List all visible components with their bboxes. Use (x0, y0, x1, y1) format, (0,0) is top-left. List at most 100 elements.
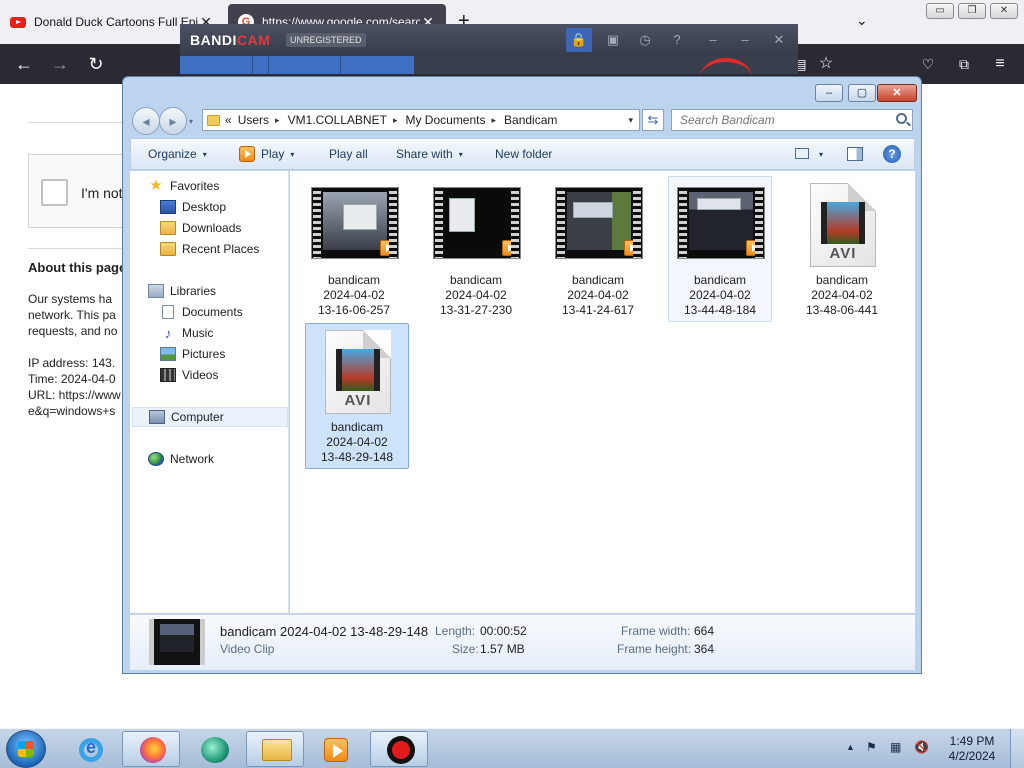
file-name: bandicam 2024-04-02 13-41-24-617 (561, 273, 635, 317)
video-thumbnail (311, 187, 399, 259)
nav-libraries[interactable]: Libraries (148, 281, 216, 301)
preview-pane-icon[interactable] (847, 147, 863, 161)
video-thumbnail (677, 187, 765, 259)
taskbar-explorer[interactable] (246, 731, 304, 767)
nav-downloads[interactable]: Downloads (160, 218, 241, 238)
taskbar-firefox[interactable] (122, 731, 180, 767)
pocket-icon[interactable]: ♡ (916, 52, 940, 76)
address-bar[interactable]: « Users ▸ VM1.COLLABNET ▸ My Documents ▸… (202, 109, 640, 131)
folder-icon[interactable]: ▣ (600, 28, 626, 52)
file-item[interactable]: bandicam 2024-04-02 13-41-24-617 (546, 176, 650, 322)
ip-address-line: IP address: 143. (28, 356, 116, 370)
timer-icon[interactable]: ◷ (632, 28, 658, 52)
forward-button[interactable]: ▸ (159, 107, 187, 135)
start-button[interactable] (6, 730, 46, 768)
explorer-maximize-button[interactable]: ▢ (848, 84, 876, 102)
address-overflow[interactable]: « (225, 113, 232, 127)
taskbar-app[interactable] (184, 731, 242, 767)
frame-height-value: 364 (694, 642, 715, 656)
computer-icon (149, 410, 165, 424)
breadcrumb-vm1[interactable]: VM1.COLLABNET (288, 113, 387, 127)
explorer-minimize-button[interactable]: – (815, 84, 843, 102)
file-item[interactable]: bandicam 2024-04-02 13-44-48-184 (668, 176, 772, 322)
show-hidden-icons[interactable]: ▲ (846, 742, 855, 752)
explorer-close-button[interactable]: ✕ (877, 84, 917, 102)
collapse-button[interactable]: – (700, 28, 726, 52)
explorer-icon (262, 739, 292, 761)
help-icon[interactable]: ? (664, 28, 690, 52)
nav-pictures[interactable]: Pictures (160, 344, 225, 364)
play-icon (239, 146, 255, 162)
file-item[interactable]: AVI bandicam 2024-04-02 13-48-06-441 (790, 176, 894, 322)
share-with-button[interactable]: Share with ▾ (396, 139, 463, 169)
breadcrumb-bandicam[interactable]: Bandicam (504, 113, 557, 127)
breadcrumb-arrow-icon[interactable]: ▸ (492, 115, 497, 126)
play-overlay-icon (502, 240, 518, 256)
new-folder-button[interactable]: New folder (495, 139, 552, 169)
address-dropdown-icon[interactable]: ▾ (628, 115, 633, 126)
bandicam-close-button[interactable]: ✕ (766, 28, 792, 52)
navigation-pane: ★ Favorites Desktop Downloads Recent Plac… (130, 171, 289, 613)
video-thumbnail (433, 187, 521, 259)
menu-icon[interactable]: ≡ (988, 52, 1012, 76)
nav-videos[interactable]: Videos (160, 365, 218, 385)
browser-close-button[interactable]: ✕ (990, 3, 1018, 19)
clock[interactable]: 1:49 PM 4/2/2024 (944, 734, 1000, 764)
star-icon: ★ (149, 177, 163, 194)
recaptcha-checkbox[interactable] (41, 179, 68, 206)
refresh-button[interactable]: ⇆ (642, 109, 664, 131)
search-icon[interactable] (896, 113, 907, 124)
file-item[interactable]: bandicam 2024-04-02 13-16-06-257 (302, 176, 406, 322)
bookmark-star-icon[interactable]: ☆ (814, 52, 838, 76)
back-button[interactable]: ◂ (132, 107, 160, 135)
play-all-button[interactable]: Play all (329, 139, 368, 169)
forward-button[interactable]: → (48, 52, 72, 76)
bandicam-mode-tabs[interactable] (180, 56, 414, 74)
change-view-icon[interactable] (795, 148, 809, 159)
details-type: Video Clip (220, 642, 275, 656)
help-icon[interactable]: ? (883, 145, 901, 163)
bandicam-minimize-button[interactable]: – (732, 28, 758, 52)
network-icon[interactable]: ▦ (890, 740, 901, 754)
organize-button[interactable]: Organize ▾ (148, 139, 207, 169)
breadcrumb-my-documents[interactable]: My Documents (405, 113, 485, 127)
taskbar-bandicam[interactable] (370, 731, 428, 767)
details-pane: bandicam 2024-04-02 13-48-29-148 Video C… (130, 614, 915, 670)
nav-computer[interactable]: Computer (132, 407, 288, 427)
nav-documents[interactable]: Documents (160, 302, 243, 322)
list-all-tabs-icon[interactable]: ⌄ (856, 12, 868, 29)
taskbar-internet-explorer[interactable] (60, 731, 118, 767)
network-icon (148, 452, 164, 466)
lock-icon[interactable]: 🔒 (566, 28, 592, 52)
show-desktop-button[interactable] (1010, 729, 1024, 768)
volume-muted-icon[interactable]: 🔇 (914, 740, 929, 754)
back-button[interactable]: ← (12, 52, 36, 76)
recent-pages-dropdown[interactable]: ▾ (189, 117, 193, 126)
browser-minimize-button[interactable]: ▭ (926, 3, 954, 19)
action-center-flag-icon[interactable]: ⚑ (866, 740, 877, 754)
search-input[interactable] (672, 110, 884, 130)
browser-restore-button[interactable]: ❐ (958, 3, 986, 19)
nav-network[interactable]: Network (148, 449, 214, 469)
file-item[interactable]: bandicam 2024-04-02 13-31-27-230 (424, 176, 528, 322)
nav-music[interactable]: ♪ Music (160, 323, 214, 343)
tab-title: Donald Duck Cartoons Full Epi (34, 15, 198, 29)
bandicam-logo: BANDICAM (190, 32, 271, 48)
taskbar-media-player[interactable] (305, 731, 363, 767)
file-item-selected[interactable]: AVI bandicam 2024-04-02 13-48-29-148 (305, 323, 409, 469)
search-box[interactable] (671, 109, 913, 131)
breadcrumb-users[interactable]: Users (238, 113, 269, 127)
nav-recent-places[interactable]: Recent Places (160, 239, 259, 259)
reload-button[interactable]: ↻ (84, 52, 108, 76)
breadcrumb-arrow-icon[interactable]: ▸ (275, 115, 280, 126)
view-dropdown-icon[interactable]: ▾ (819, 139, 823, 169)
bandicam-titlebar: BANDICAM UNREGISTERED 🔒 ▣ ◷ ? – – ✕ (180, 24, 798, 56)
videos-icon (160, 368, 176, 382)
play-button[interactable]: Play ▾ (239, 139, 294, 169)
nav-desktop[interactable]: Desktop (160, 197, 226, 217)
nav-favorites[interactable]: ★ Favorites (148, 176, 219, 196)
paragraph-line: Our systems ha (28, 292, 113, 306)
breadcrumb-arrow-icon[interactable]: ▸ (393, 115, 398, 126)
extensions-icon[interactable]: ⧉ (952, 52, 976, 76)
desktop-icon (160, 200, 176, 214)
